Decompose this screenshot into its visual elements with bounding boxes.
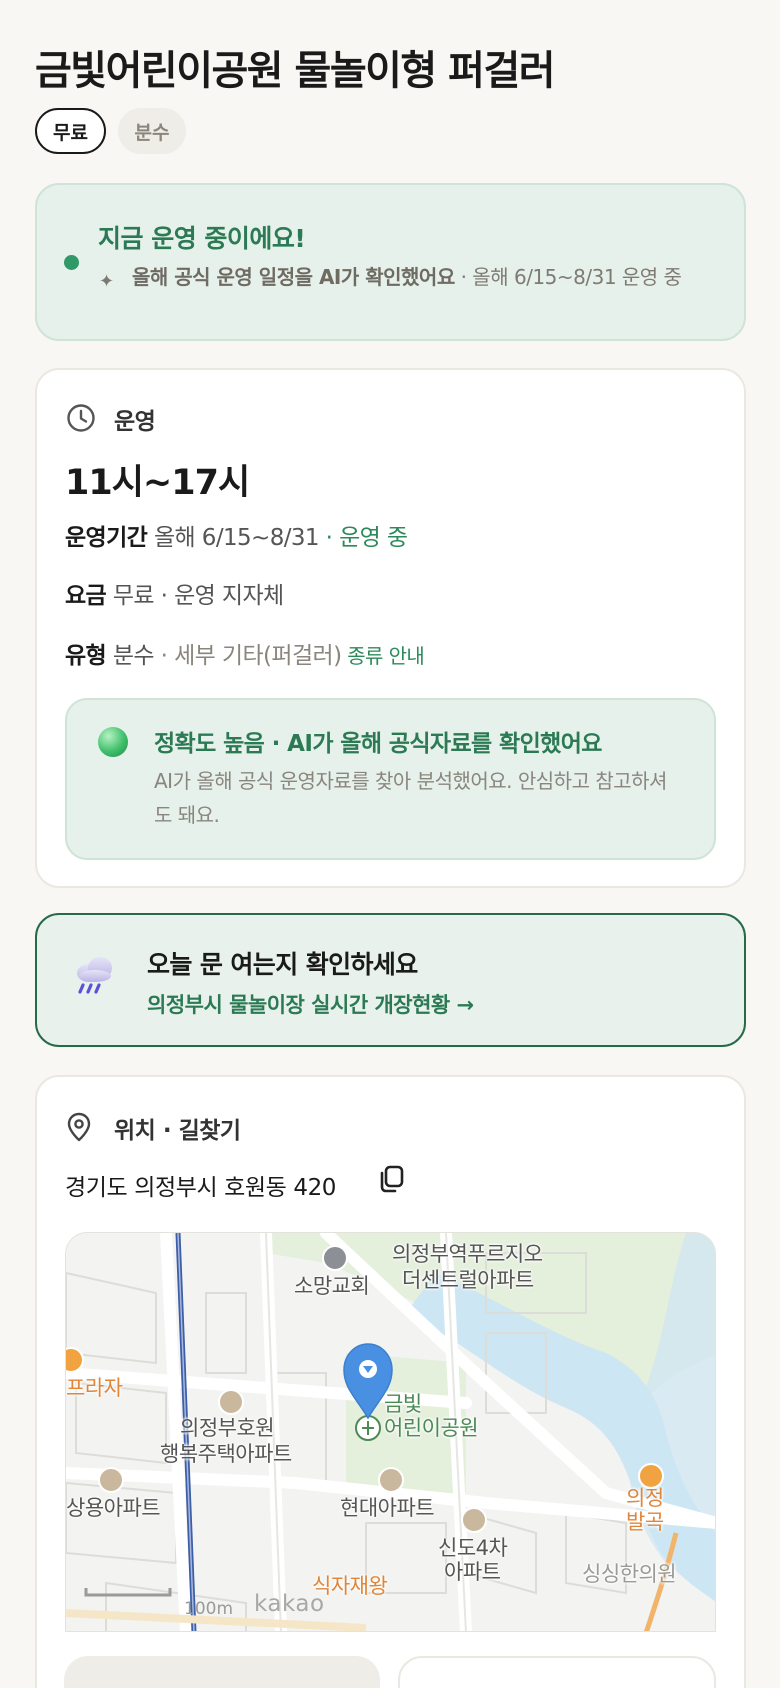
map-label-apt1-line1: 의정부역푸르지오 bbox=[392, 1242, 543, 1266]
church-poi-icon bbox=[322, 1245, 348, 1271]
map-label-park-line1: 금빛 bbox=[384, 1392, 422, 1416]
type-row: 유형 분수 · 세부 기타(퍼걸러) 종류 안내 bbox=[65, 643, 425, 669]
fee-row: 요금 무료 · 운영 지자체 bbox=[65, 583, 284, 609]
map-label-park-line2: 어린이공원 bbox=[384, 1416, 479, 1440]
status-dot-icon bbox=[64, 255, 79, 270]
type-chip: 분수 bbox=[118, 108, 186, 154]
accuracy-description: AI가 올해 공식 운영자료를 찾아 분석했어요. 안심하고 참고하셔도 돼요. bbox=[154, 769, 667, 827]
map-label-hoeon-line1: 의정부호원 bbox=[180, 1416, 275, 1440]
section-label-hours: 운영 bbox=[114, 409, 156, 435]
map-label-market-line2: 발곡 bbox=[626, 1510, 664, 1534]
type-guide-link[interactable]: 종류 안내 bbox=[341, 644, 425, 668]
open-check-title: 오늘 문 여는지 확인하세요 bbox=[147, 950, 418, 979]
clock-icon bbox=[67, 404, 95, 432]
accuracy-title: 정확도 높음 · AI가 올해 공식자료를 확인했어요 bbox=[154, 731, 602, 757]
copy-icon[interactable] bbox=[377, 1164, 405, 1194]
hyundai-poi-icon bbox=[378, 1467, 404, 1493]
map-label-apt1-line2: 더센트럴아파트 bbox=[402, 1268, 534, 1292]
operating-status-card: 지금 운영 중이에요! ✦ 올해 공식 운영 일정을 AI가 확인했어요 · 올… bbox=[35, 183, 746, 341]
location-map[interactable]: 소망교회 의정부역푸르지오 더센트럴아파트 프라자 의정부호원 행복주택아파트 … bbox=[65, 1232, 716, 1632]
price-chip: 무료 bbox=[35, 108, 106, 154]
hoeon-poi-icon bbox=[218, 1389, 244, 1415]
address-text: 경기도 의정부시 호원동 420 bbox=[65, 1175, 337, 1201]
sparkle-icon: ✦ bbox=[99, 271, 115, 292]
accuracy-indicator-icon bbox=[98, 727, 128, 757]
map-label-plaza: 프라자 bbox=[66, 1376, 123, 1400]
period-row: 운영기간 올해 6/15~8/31 · 운영 중 bbox=[65, 525, 408, 551]
section-label-location: 위치 · 길찾기 bbox=[114, 1118, 241, 1144]
rain-cloud-icon bbox=[77, 957, 112, 994]
map-brand-logo: kakao bbox=[254, 1591, 325, 1617]
map-label-hyundai: 현대아파트 bbox=[340, 1496, 435, 1520]
location-pin-icon bbox=[67, 1112, 91, 1142]
map-label-sangyong: 상용아파트 bbox=[66, 1496, 161, 1520]
map-label-sindo-line1: 신도4차 bbox=[438, 1536, 508, 1560]
realtime-status-link[interactable]: 의정부시 물놀이장 실시간 개장현황 → bbox=[147, 989, 474, 1019]
map-label-market-line1: 의정 bbox=[626, 1486, 664, 1510]
accuracy-box: 정확도 높음 · AI가 올해 공식자료를 확인했어요 AI가 올해 공식 운영… bbox=[65, 698, 716, 860]
map-label-church: 소망교회 bbox=[294, 1274, 370, 1298]
sindo-poi-icon bbox=[461, 1507, 487, 1533]
status-description: 올해 공식 운영 일정을 AI가 확인했어요 · 올해 6/15~8/31 운영… bbox=[132, 265, 682, 289]
directions-button[interactable] bbox=[64, 1656, 380, 1688]
status-title: 지금 운영 중이에요! bbox=[98, 224, 306, 253]
operating-hours: 11시~17시 bbox=[65, 463, 250, 503]
location-card: 위치 · 길찾기 경기도 의정부시 호원동 420 소망교회 의정부역푸르지오 … bbox=[35, 1075, 746, 1688]
map-label-sinsegae: 싱싱한의원 bbox=[582, 1562, 677, 1586]
map-label-hoeon-line2: 행복주택아파트 bbox=[160, 1442, 292, 1466]
map-label-sindo-line2: 아파트 bbox=[444, 1560, 501, 1584]
map-scale-label: 100m bbox=[184, 1599, 234, 1619]
open-status-link-card[interactable]: 오늘 문 여는지 확인하세요 의정부시 물놀이장 실시간 개장현황 → bbox=[35, 913, 746, 1047]
sangyong-poi-icon bbox=[98, 1467, 124, 1493]
operation-info-card: 운영 11시~17시 운영기간 올해 6/15~8/31 · 운영 중 요금 무… bbox=[35, 368, 746, 888]
page-title: 금빛어린이공원 물놀이형 퍼걸러 bbox=[35, 48, 556, 94]
share-button[interactable] bbox=[398, 1656, 716, 1688]
